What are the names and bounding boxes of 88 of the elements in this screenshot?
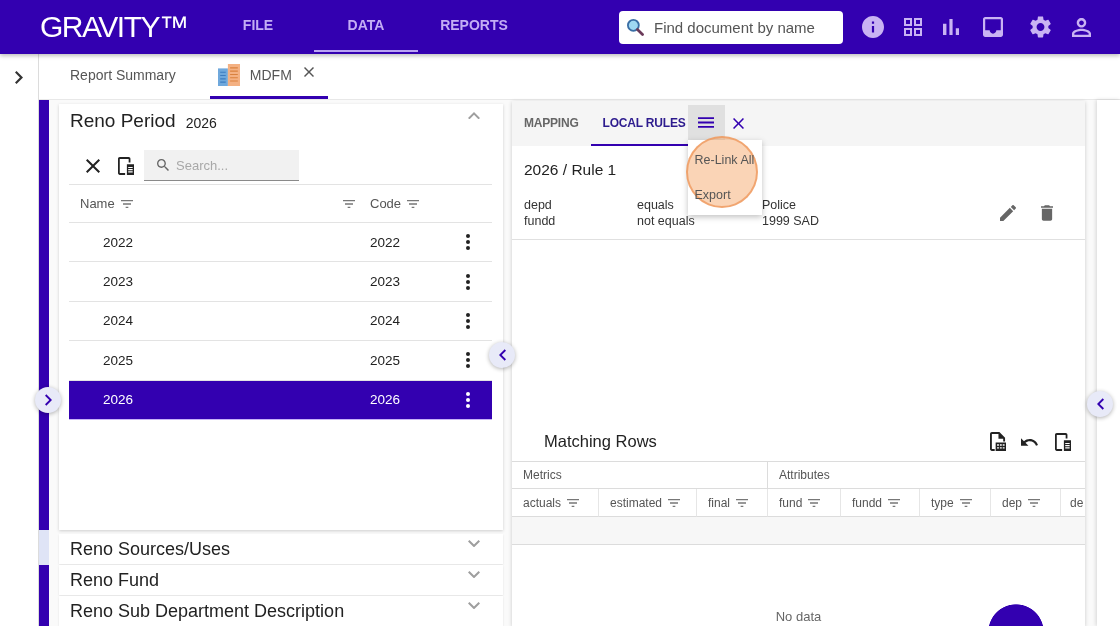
- empty-message: No data: [775, 609, 822, 625]
- building-icon: [217, 64, 240, 86]
- table-cell-text: 2022: [369, 234, 402, 250]
- column-header[interactable]: Name: [69, 185, 360, 222]
- more-icon[interactable]: [466, 352, 470, 369]
- export-icon[interactable]: [1055, 432, 1071, 451]
- more-icon[interactable]: [466, 391, 470, 408]
- selected-period: 2026: [185, 114, 217, 131]
- edit-icon[interactable]: [1000, 205, 1016, 221]
- undo-icon[interactable]: [1021, 437, 1038, 446]
- table-cell-text: 2023: [369, 274, 402, 290]
- accordion-header[interactable]: Reno Sources/Uses: [59, 534, 503, 564]
- filter-icon[interactable]: [668, 498, 681, 507]
- menu-item[interactable]: Export: [687, 178, 762, 213]
- panel-title: Reno Period: [70, 109, 176, 133]
- table-cell-text: 2025: [102, 352, 135, 368]
- grid-icon[interactable]: [904, 18, 922, 36]
- menu-item[interactable]: Re-Link All: [687, 143, 762, 178]
- rule-field: depd: [524, 197, 637, 213]
- settings-icon[interactable]: [1030, 16, 1051, 38]
- filter-icon[interactable]: [736, 498, 748, 507]
- close-icon[interactable]: [303, 67, 314, 77]
- filter-icon[interactable]: [407, 199, 420, 208]
- table-cell-text: 2023: [102, 274, 135, 290]
- inbox-icon[interactable]: [983, 17, 1003, 37]
- more-icon[interactable]: [466, 234, 470, 251]
- info-icon[interactable]: [862, 16, 884, 38]
- nav-tab[interactable]: REPORTS: [422, 0, 526, 52]
- rule-title: 2026 / Rule 1: [524, 160, 617, 180]
- caret-up-icon[interactable]: [468, 112, 480, 120]
- rule-value: Police: [762, 197, 798, 213]
- user-icon[interactable]: [1072, 17, 1091, 37]
- chevron-down-icon[interactable]: [468, 602, 480, 610]
- rule-operator: equals: [637, 197, 675, 213]
- expand-button[interactable]: [35, 387, 61, 413]
- rule-field: fundd: [524, 213, 637, 229]
- rule-value: 1999 SAD: [762, 213, 819, 229]
- filter-icon[interactable]: [1028, 498, 1041, 507]
- column-group-header: Attributes: [768, 462, 1085, 489]
- filter-icon[interactable]: [120, 199, 133, 208]
- filter-icon[interactable]: [567, 498, 580, 507]
- table-cell-text: 2025: [369, 352, 402, 368]
- more-icon[interactable]: [466, 273, 470, 290]
- search-field[interactable]: Find document by name: [619, 10, 843, 44]
- nav-tab[interactable]: DATA: [314, 0, 418, 52]
- table-cell-text: 2026: [102, 392, 135, 408]
- table-row[interactable]: 2023 2023: [69, 262, 492, 302]
- chevron-down-icon[interactable]: [468, 571, 480, 579]
- filter-icon[interactable]: [343, 199, 355, 208]
- close-icon[interactable]: [86, 158, 100, 173]
- table-cell-text: 2024: [102, 313, 135, 329]
- filter-icon[interactable]: [808, 498, 821, 507]
- expand-button[interactable]: [1087, 391, 1113, 417]
- filter-icon[interactable]: [888, 498, 901, 507]
- filter-icon[interactable]: [959, 498, 972, 507]
- rule-operator: not equals: [637, 213, 696, 229]
- chevron-left-icon: [498, 349, 506, 361]
- delete-icon[interactable]: [1041, 205, 1053, 221]
- table-row[interactable]: 2025 2025: [69, 341, 492, 381]
- menu-button[interactable]: [687, 105, 725, 140]
- accordion-header[interactable]: Reno Fund: [59, 565, 503, 595]
- table-row[interactable]: 2024 2024: [69, 301, 492, 342]
- close-icon[interactable]: [732, 118, 744, 129]
- logo: GRAVITY™: [40, 10, 189, 44]
- panel-tab[interactable]: MAPPING: [512, 101, 591, 146]
- chevron-left-icon: [1096, 398, 1104, 410]
- chevron-down-icon[interactable]: [468, 540, 480, 548]
- search-field[interactable]: Search...: [144, 150, 299, 181]
- bar-chart-icon[interactable]: [943, 19, 959, 35]
- more-icon[interactable]: [466, 312, 470, 329]
- accordion-header[interactable]: Reno Sub Department Description: [59, 596, 503, 626]
- chevron-right-icon: [44, 394, 52, 406]
- column-header[interactable]: Code: [360, 185, 420, 222]
- search-icon: [157, 159, 169, 171]
- search-icon: [627, 18, 644, 36]
- nav-tab[interactable]: FILE: [206, 0, 310, 52]
- table-cell-text: 2022: [102, 234, 135, 250]
- column-group-header: Metrics: [512, 462, 768, 489]
- menu-icon: [698, 117, 715, 128]
- table-row[interactable]: 2026 2026: [69, 380, 492, 420]
- export-icon[interactable]: [118, 156, 134, 175]
- table-cell-text: 2024: [369, 313, 402, 329]
- chevron-right-icon[interactable]: [15, 70, 23, 84]
- table-cell-text: 2026: [369, 392, 402, 408]
- section-title: Matching Rows: [544, 432, 657, 451]
- document-tab[interactable]: Report Summary: [54, 54, 192, 99]
- table-row[interactable]: 2022 2022: [69, 223, 492, 263]
- spreadsheet-file-icon[interactable]: [990, 432, 1006, 451]
